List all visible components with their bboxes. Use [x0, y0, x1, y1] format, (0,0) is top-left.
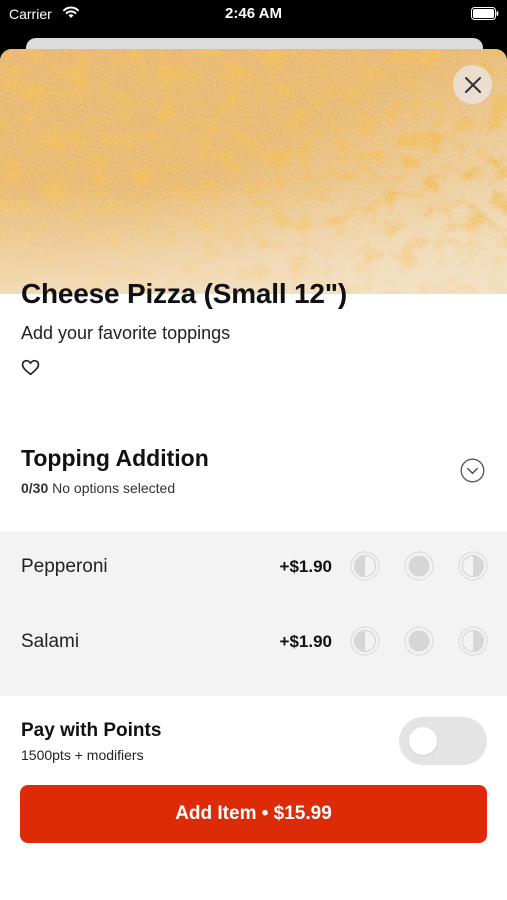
item-detail-sheet: Cheese Pizza (Small 12") Add your favori…	[0, 49, 507, 900]
selection-status: No options selected	[52, 480, 176, 496]
option-name: Salami	[21, 631, 80, 652]
close-icon	[464, 76, 482, 94]
close-button[interactable]	[453, 65, 492, 104]
item-image	[0, 49, 507, 294]
section-title: Topping Addition	[21, 445, 209, 471]
pay-with-points-toggle[interactable]	[399, 717, 487, 765]
pay-with-points-label: Pay with Points	[21, 720, 162, 741]
checkout-bar: Pay with Points 1500pts + modifiers Add …	[0, 700, 507, 851]
add-item-button[interactable]: Add Item • $15.99	[20, 785, 487, 843]
selection-count: 0/30	[21, 480, 49, 496]
heart-icon[interactable]	[21, 359, 40, 376]
item-title: Cheese Pizza (Small 12")	[21, 278, 347, 309]
section-status: 0/30 No options selected	[21, 480, 175, 496]
left-half-icon[interactable]	[350, 626, 380, 656]
right-half-icon[interactable]	[458, 551, 488, 581]
whole-icon[interactable]	[404, 551, 434, 581]
option-name: Pepperoni	[21, 556, 108, 577]
list-item[interactable]: Pepperoni +$1.90	[0, 531, 507, 606]
item-description: Add your favorite toppings	[21, 323, 231, 343]
whole-icon[interactable]	[404, 626, 434, 656]
clock: 2:46 AM	[225, 5, 282, 22]
option-price: +$1.90	[279, 557, 332, 576]
points-cost: 1500pts + modifiers	[21, 747, 144, 763]
right-half-icon[interactable]	[458, 626, 488, 656]
list-item[interactable]: Salami +$1.90	[0, 606, 507, 681]
chevron-down-icon[interactable]	[460, 458, 485, 483]
left-half-icon[interactable]	[350, 551, 380, 581]
toggle-knob	[409, 727, 437, 755]
topping-options-list: Pepperoni +$1.90 Salami +$1.90	[0, 531, 507, 696]
option-price: +$1.90	[279, 632, 332, 651]
status-bar: Carrier 2:46 AM	[0, 0, 507, 30]
battery-icon	[471, 7, 499, 20]
